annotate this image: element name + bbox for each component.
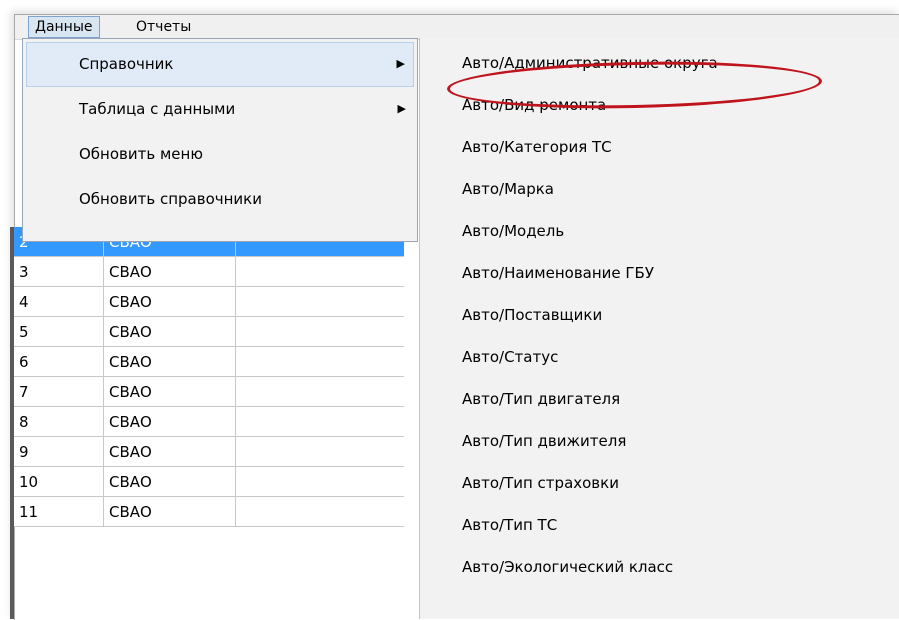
table-row[interactable]: 4 СВАО [14, 287, 404, 317]
submenu-item[interactable]: Авто/Тип двигателя [462, 378, 620, 420]
menu-bar: Данные Отчеты [15, 15, 899, 40]
menu-item-refresh-menu[interactable]: Обновить меню [26, 132, 414, 177]
table-row[interactable]: 8 СВАО [14, 407, 404, 437]
cell-id[interactable]: 7 [14, 377, 104, 406]
submenu-arrow-icon: ▶ [397, 102, 406, 115]
cell-empty[interactable] [236, 497, 404, 526]
submenu-item[interactable]: Авто/Категория ТС [462, 126, 612, 168]
table-row[interactable]: 5 СВАО [14, 317, 404, 347]
submenu-item[interactable]: Авто/Тип ТС [462, 504, 557, 546]
menu-item-directory[interactable]: Справочник ▶ [26, 42, 414, 87]
submenu-item[interactable]: Авто/Марка [462, 168, 554, 210]
submenu-item[interactable]: Авто/Экологический класс [462, 546, 673, 588]
cell-district[interactable]: СВАО [104, 437, 236, 466]
cell-id[interactable]: 11 [14, 497, 104, 526]
submenu-item[interactable]: Авто/Тип движителя [462, 420, 626, 462]
submenu-arrow-icon: ▶ [396, 57, 405, 70]
cell-id[interactable]: 8 [14, 407, 104, 436]
submenu-item[interactable]: Авто/Статус [462, 336, 558, 378]
menu-reports[interactable]: Отчеты [130, 16, 197, 38]
menu-item-label: Таблица с данными [79, 100, 236, 118]
menu-data[interactable]: Данные [28, 16, 100, 38]
cell-district[interactable]: СВАО [104, 497, 236, 526]
menu-item-label: Обновить справочники [79, 190, 262, 208]
submenu-item[interactable]: Авто/Поставщики [462, 294, 602, 336]
cell-empty[interactable] [236, 377, 404, 406]
cell-district[interactable]: СВАО [104, 257, 236, 286]
menu-item-label: Справочник [79, 55, 174, 73]
cell-empty[interactable] [236, 257, 404, 286]
cell-empty[interactable] [236, 287, 404, 316]
directory-submenu: Авто/Административные округа Авто/Вид ре… [419, 38, 899, 619]
cell-empty[interactable] [236, 467, 404, 496]
cell-id[interactable]: 5 [14, 317, 104, 346]
submenu-item[interactable]: Авто/Наименование ГБУ [462, 252, 654, 294]
cell-district[interactable]: СВАО [104, 407, 236, 436]
cell-empty[interactable] [236, 437, 404, 466]
cell-district[interactable]: СВАО [104, 467, 236, 496]
cell-district[interactable]: СВАО [104, 377, 236, 406]
menu-item-data-table[interactable]: Таблица с данными ▶ [26, 87, 414, 132]
menu-item-label: Обновить меню [79, 145, 203, 163]
submenu-item[interactable]: Авто/Тип страховки [462, 462, 619, 504]
table-row[interactable]: 7 СВАО [14, 377, 404, 407]
table-row[interactable]: 9 СВАО [14, 437, 404, 467]
table-row[interactable]: 3 СВАО [14, 257, 404, 287]
cell-district[interactable]: СВАО [104, 317, 236, 346]
data-dropdown-menu: Справочник ▶ Таблица с данными ▶ Обновит… [22, 38, 418, 242]
table-row[interactable]: 6 СВАО [14, 347, 404, 377]
cell-district[interactable]: СВАО [104, 287, 236, 316]
cell-empty[interactable] [236, 347, 404, 376]
table-row[interactable]: 11 СВАО [14, 497, 404, 527]
cell-id[interactable]: 3 [14, 257, 104, 286]
cell-id[interactable]: 4 [14, 287, 104, 316]
submenu-item[interactable]: Авто/Модель [462, 210, 564, 252]
cell-id[interactable]: 6 [14, 347, 104, 376]
table-row[interactable]: 10 СВАО [14, 467, 404, 497]
cell-id[interactable]: 9 [14, 437, 104, 466]
cell-empty[interactable] [236, 407, 404, 436]
cell-id[interactable]: 10 [14, 467, 104, 496]
menu-item-refresh-directories[interactable]: Обновить справочники [26, 177, 414, 222]
cell-district[interactable]: СВАО [104, 347, 236, 376]
cell-empty[interactable] [236, 317, 404, 346]
